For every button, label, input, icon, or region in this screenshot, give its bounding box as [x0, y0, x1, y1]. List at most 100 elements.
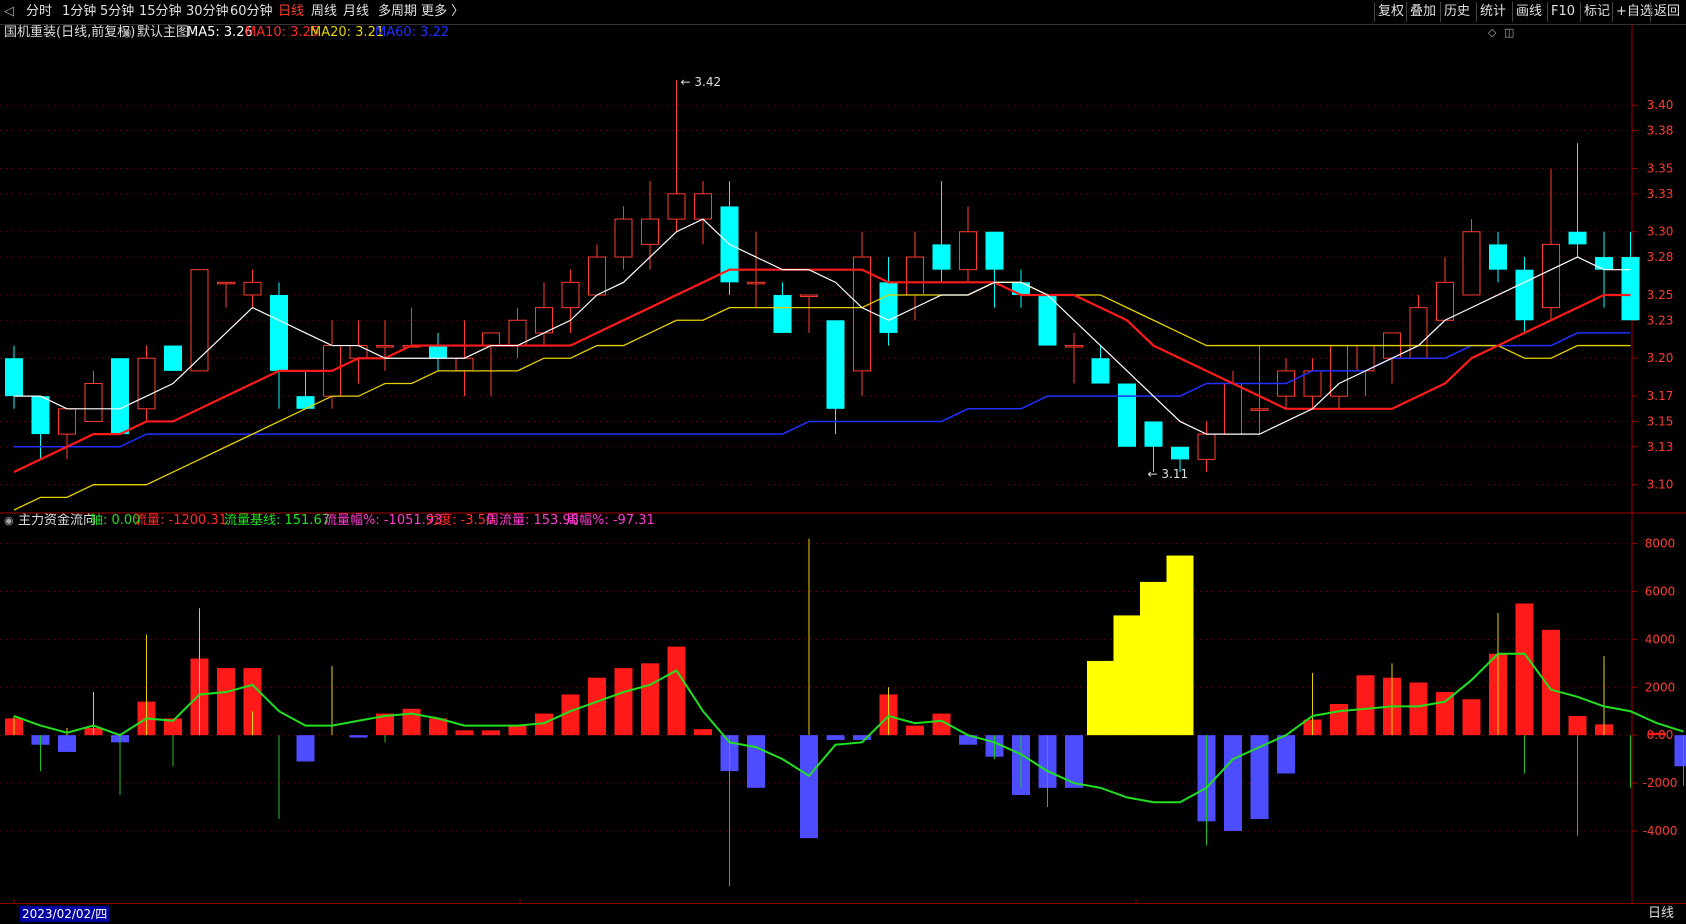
flow-bar-negative — [1224, 735, 1242, 831]
candle-up — [695, 194, 712, 219]
price-tick-label: 3.38 — [1647, 124, 1674, 138]
candle-down — [429, 346, 447, 359]
price-tick-label: 3.20 — [1647, 351, 1674, 365]
flow-bar-positive — [1516, 603, 1534, 735]
flow-bar-negative — [297, 735, 315, 761]
flow-bar-large — [1167, 556, 1194, 736]
candle-up — [138, 358, 155, 409]
candle-down — [1145, 421, 1163, 446]
candle-up — [483, 333, 500, 346]
price-tick-label: 3.23 — [1647, 313, 1674, 327]
price-tick-label: 3.13 — [1647, 440, 1674, 454]
flow-bar-negative — [800, 735, 818, 838]
flow-bar-negative — [1277, 735, 1295, 773]
candle-up — [615, 219, 632, 257]
flow-bar-large — [1114, 615, 1141, 735]
flow-bar-negative — [350, 735, 368, 737]
flow-bar-positive — [509, 726, 527, 736]
candle-up — [1410, 308, 1427, 359]
flow-bar-negative — [58, 735, 76, 752]
candle-up — [509, 320, 526, 345]
candle-down — [827, 320, 845, 409]
candle-up — [377, 346, 394, 348]
candle-up — [1304, 371, 1321, 396]
flow-bar-positive — [482, 730, 500, 735]
price-tick-label: 3.30 — [1647, 225, 1674, 239]
candle-up — [1463, 232, 1480, 295]
flow-bar-large — [1087, 661, 1114, 735]
flow-bar-positive — [1648, 733, 1666, 735]
candle-down — [933, 244, 951, 269]
candle-up — [668, 194, 685, 219]
flow-bar-positive — [615, 668, 633, 735]
flow-tick-label: 8000 — [1645, 537, 1676, 551]
flow-tick-label: 2000 — [1645, 680, 1676, 694]
candle-up — [1437, 282, 1454, 320]
flow-bar-positive — [1463, 699, 1481, 735]
flow-tick-label: 6000 — [1645, 584, 1676, 598]
flow-bar-positive — [217, 668, 235, 735]
price-tick-label: 3.40 — [1647, 98, 1674, 112]
candle-down — [774, 295, 792, 333]
candle-up — [960, 232, 977, 270]
flow-bar-positive — [456, 730, 474, 735]
candle-up — [801, 295, 818, 297]
candle-down — [1516, 270, 1534, 321]
cursor-date: 2023/02/02/四 — [20, 906, 109, 922]
high-price-label: ← 3.42 — [681, 75, 722, 89]
candle-down — [164, 346, 182, 371]
candle-up — [1198, 434, 1215, 459]
candle-up — [191, 270, 208, 371]
candle-down — [32, 396, 50, 434]
flow-bar-large — [1140, 582, 1167, 735]
flow-bar-negative — [747, 735, 765, 788]
flow-bar-positive — [1436, 692, 1454, 735]
flow-tick-label: 4000 — [1645, 632, 1676, 646]
candle-up — [536, 308, 553, 333]
candle-up — [456, 358, 473, 371]
status-bar: 2023/02/02/四 日线 — [0, 903, 1686, 924]
candle-down — [1595, 257, 1613, 270]
candle-down — [1622, 257, 1640, 320]
candle-up — [907, 257, 924, 295]
flow-bar-negative — [1675, 735, 1686, 766]
candle-up — [85, 384, 102, 422]
ma10-line — [14, 270, 1631, 472]
low-price-label: ← 3.11 — [1148, 467, 1189, 481]
candle-down — [1569, 232, 1587, 245]
period-indicator[interactable]: 日线 — [1648, 906, 1674, 922]
candle-up — [589, 257, 606, 295]
price-tick-label: 3.15 — [1647, 414, 1674, 428]
candle-down — [1092, 358, 1110, 383]
candle-up — [748, 282, 765, 284]
price-tick-label: 3.33 — [1647, 187, 1674, 201]
flow-bar-positive — [1569, 716, 1587, 735]
ma5-line — [14, 219, 1631, 434]
price-tick-label: 3.35 — [1647, 161, 1674, 175]
candle-down — [297, 396, 315, 409]
candle-down — [111, 358, 129, 434]
candle-down — [1118, 384, 1136, 447]
flow-bar-positive — [1410, 682, 1428, 735]
candle-up — [1251, 409, 1268, 411]
candle-down — [5, 358, 23, 396]
candle-up — [562, 282, 579, 307]
candle-up — [1357, 346, 1374, 371]
price-tick-label: 3.25 — [1647, 288, 1674, 302]
flow-bar-positive — [641, 663, 659, 735]
flow-bar-negative — [827, 735, 845, 740]
price-tick-label: 3.10 — [1647, 478, 1674, 492]
flow-baseline — [14, 654, 1684, 802]
flow-bar-positive — [668, 647, 686, 736]
flow-bar-positive — [1330, 704, 1348, 735]
chart-canvas[interactable]: 3.403.383.353.333.303.283.253.233.203.17… — [0, 0, 1686, 903]
candle-down — [986, 232, 1004, 270]
candle-up — [59, 409, 76, 434]
flow-tick-label: -4000 — [1643, 824, 1678, 838]
candle-up — [1225, 384, 1242, 435]
flow-bar-positive — [588, 678, 606, 735]
candle-up — [1066, 346, 1083, 348]
flow-bar-positive — [1357, 675, 1375, 735]
candle-up — [218, 282, 235, 284]
price-tick-label: 3.28 — [1647, 250, 1674, 264]
